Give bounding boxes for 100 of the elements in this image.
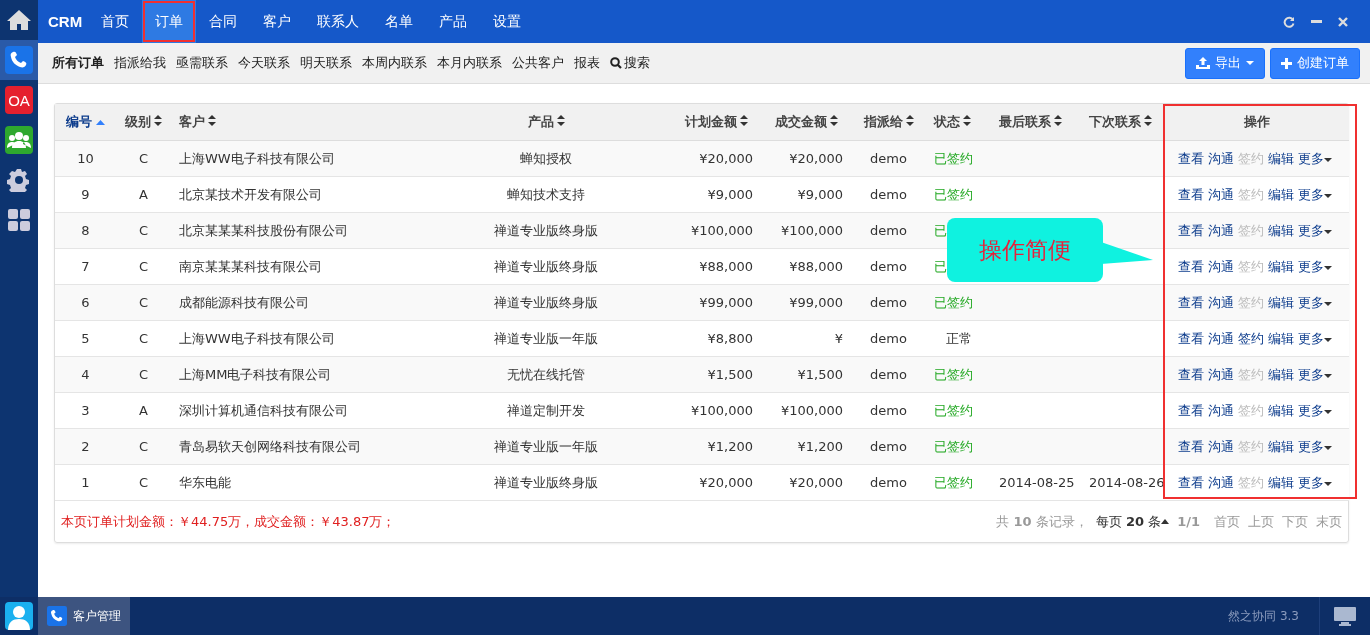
action-link[interactable]: 沟通 [1207, 258, 1234, 274]
nav-tab[interactable]: 首页 [88, 0, 143, 43]
table-cell: demo [851, 176, 926, 213]
close-icon[interactable] [1338, 16, 1348, 27]
table-cell: 无忧在线托管 [421, 356, 671, 393]
action-link[interactable]: 查看 [1177, 474, 1204, 490]
more-dropdown[interactable]: 更多 [1297, 474, 1332, 490]
user-avatar-icon[interactable] [5, 602, 33, 630]
taskbar-app[interactable]: 客户管理 [38, 597, 130, 635]
filter-link[interactable]: 本周内联系 [362, 54, 427, 72]
caret-up-icon [1161, 519, 1170, 524]
filter-link[interactable]: 今天联系 [238, 54, 290, 72]
action-link[interactable]: 沟通 [1207, 474, 1234, 490]
sort-icon [208, 115, 216, 126]
table-cell: 青岛易软天创网络科技有限公司 [171, 428, 421, 465]
column-header[interactable]: 成交金额 [761, 104, 851, 141]
action-link[interactable]: 查看 [1177, 258, 1204, 274]
action-link[interactable]: 编辑 [1267, 150, 1294, 166]
more-dropdown[interactable]: 更多 [1297, 330, 1332, 346]
filter-link[interactable]: 报表 [574, 54, 600, 72]
action-link[interactable]: 沟通 [1207, 222, 1234, 238]
table-cell: 上海MM电子科技有限公司 [171, 356, 421, 393]
team-icon [5, 126, 33, 154]
action-link[interactable]: 查看 [1177, 222, 1204, 238]
action-link[interactable]: 编辑 [1267, 474, 1294, 490]
search-link[interactable]: 搜索 [610, 54, 650, 72]
column-header[interactable]: 指派给 [851, 104, 926, 141]
action-link[interactable]: 查看 [1177, 330, 1204, 346]
more-dropdown[interactable]: 更多 [1297, 150, 1332, 166]
column-header: 操作 [1164, 104, 1349, 141]
create-order-button[interactable]: 创建订单 [1270, 47, 1360, 79]
phone-icon [47, 606, 67, 626]
nav-tab[interactable]: 名单 [372, 0, 427, 43]
column-header[interactable]: 客户 [171, 104, 421, 141]
refresh-icon[interactable] [1283, 15, 1295, 28]
page-size-dropdown[interactable]: 每页 20 条 [1095, 512, 1170, 531]
monitor-icon[interactable] [1334, 606, 1356, 626]
action-link[interactable]: 签约 [1237, 330, 1264, 346]
action-link[interactable]: 沟通 [1207, 294, 1234, 310]
nav-tab[interactable]: 合同 [196, 0, 251, 43]
table-cell: C [116, 140, 171, 177]
column-header[interactable]: 级别 [116, 104, 171, 141]
table-cell: 上海WW电子科技有限公司 [171, 320, 421, 357]
action-link[interactable]: 查看 [1177, 150, 1204, 166]
oa-app-icon[interactable]: OA [5, 86, 33, 114]
table-cell: ¥100,000 [671, 392, 761, 429]
table-cell: C [116, 356, 171, 393]
action-link[interactable]: 沟通 [1207, 186, 1234, 202]
column-header[interactable]: 下次联系 [1081, 104, 1164, 141]
table-cell: 深圳计算机通信科技有限公司 [171, 392, 421, 429]
filter-link[interactable]: 所有订单 [52, 54, 104, 72]
export-button[interactable]: 导出 [1185, 47, 1265, 79]
more-dropdown[interactable]: 更多 [1297, 258, 1332, 274]
action-link[interactable]: 编辑 [1267, 402, 1294, 418]
filter-link[interactable]: 指派给我 [114, 54, 166, 72]
column-header[interactable]: 最后联系 [991, 104, 1081, 141]
more-dropdown[interactable]: 更多 [1297, 294, 1332, 310]
nav-tab[interactable]: 产品 [426, 0, 481, 43]
action-link[interactable]: 查看 [1177, 366, 1204, 382]
column-header[interactable]: 编号 [55, 104, 116, 141]
more-dropdown[interactable]: 更多 [1297, 402, 1332, 418]
nav-tab[interactable]: 设置 [480, 0, 535, 43]
table-cell: ¥100,000 [761, 392, 851, 429]
action-link[interactable]: 编辑 [1267, 330, 1294, 346]
nav-tab[interactable]: 联系人 [304, 0, 373, 43]
action-link[interactable]: 沟通 [1207, 438, 1234, 454]
action-link[interactable]: 编辑 [1267, 222, 1294, 238]
version-text: 然之协同 3.3 [1228, 607, 1300, 625]
status-cell: 已签约 [926, 140, 991, 177]
more-dropdown[interactable]: 更多 [1297, 438, 1332, 454]
column-header[interactable]: 产品 [421, 104, 671, 141]
filter-link[interactable]: 本月内联系 [437, 54, 502, 72]
column-header[interactable]: 计划金额 [671, 104, 761, 141]
action-link[interactable]: 编辑 [1267, 366, 1294, 382]
action-link[interactable]: 沟通 [1207, 150, 1234, 166]
filter-link[interactable]: 亟需联系 [176, 54, 228, 72]
action-link[interactable]: 查看 [1177, 294, 1204, 310]
action-link[interactable]: 沟通 [1207, 330, 1234, 346]
action-link[interactable]: 编辑 [1267, 438, 1294, 454]
table-cell: C [116, 284, 171, 321]
more-dropdown[interactable]: 更多 [1297, 186, 1332, 202]
action-link[interactable]: 查看 [1177, 186, 1204, 202]
action-link[interactable]: 查看 [1177, 438, 1204, 454]
action-link[interactable]: 查看 [1177, 402, 1204, 418]
filter-link[interactable]: 明天联系 [300, 54, 352, 72]
filter-link[interactable]: 公共客户 [512, 54, 564, 72]
more-dropdown[interactable]: 更多 [1297, 222, 1332, 238]
table-cell: 8 [55, 212, 116, 249]
nav-tab[interactable]: 客户 [250, 0, 305, 43]
action-link[interactable]: 编辑 [1267, 258, 1294, 274]
action-link[interactable]: 沟通 [1207, 402, 1234, 418]
action-link[interactable]: 沟通 [1207, 366, 1234, 382]
column-header[interactable]: 状态 [926, 104, 991, 141]
action-link[interactable]: 编辑 [1267, 186, 1294, 202]
nav-tab[interactable]: 订单 [142, 0, 197, 43]
more-dropdown[interactable]: 更多 [1297, 366, 1332, 382]
table-cell: 4 [55, 356, 116, 393]
callout-bubble: 操作简便 [947, 218, 1103, 282]
table-cell: 10 [55, 140, 116, 177]
action-link[interactable]: 编辑 [1267, 294, 1294, 310]
